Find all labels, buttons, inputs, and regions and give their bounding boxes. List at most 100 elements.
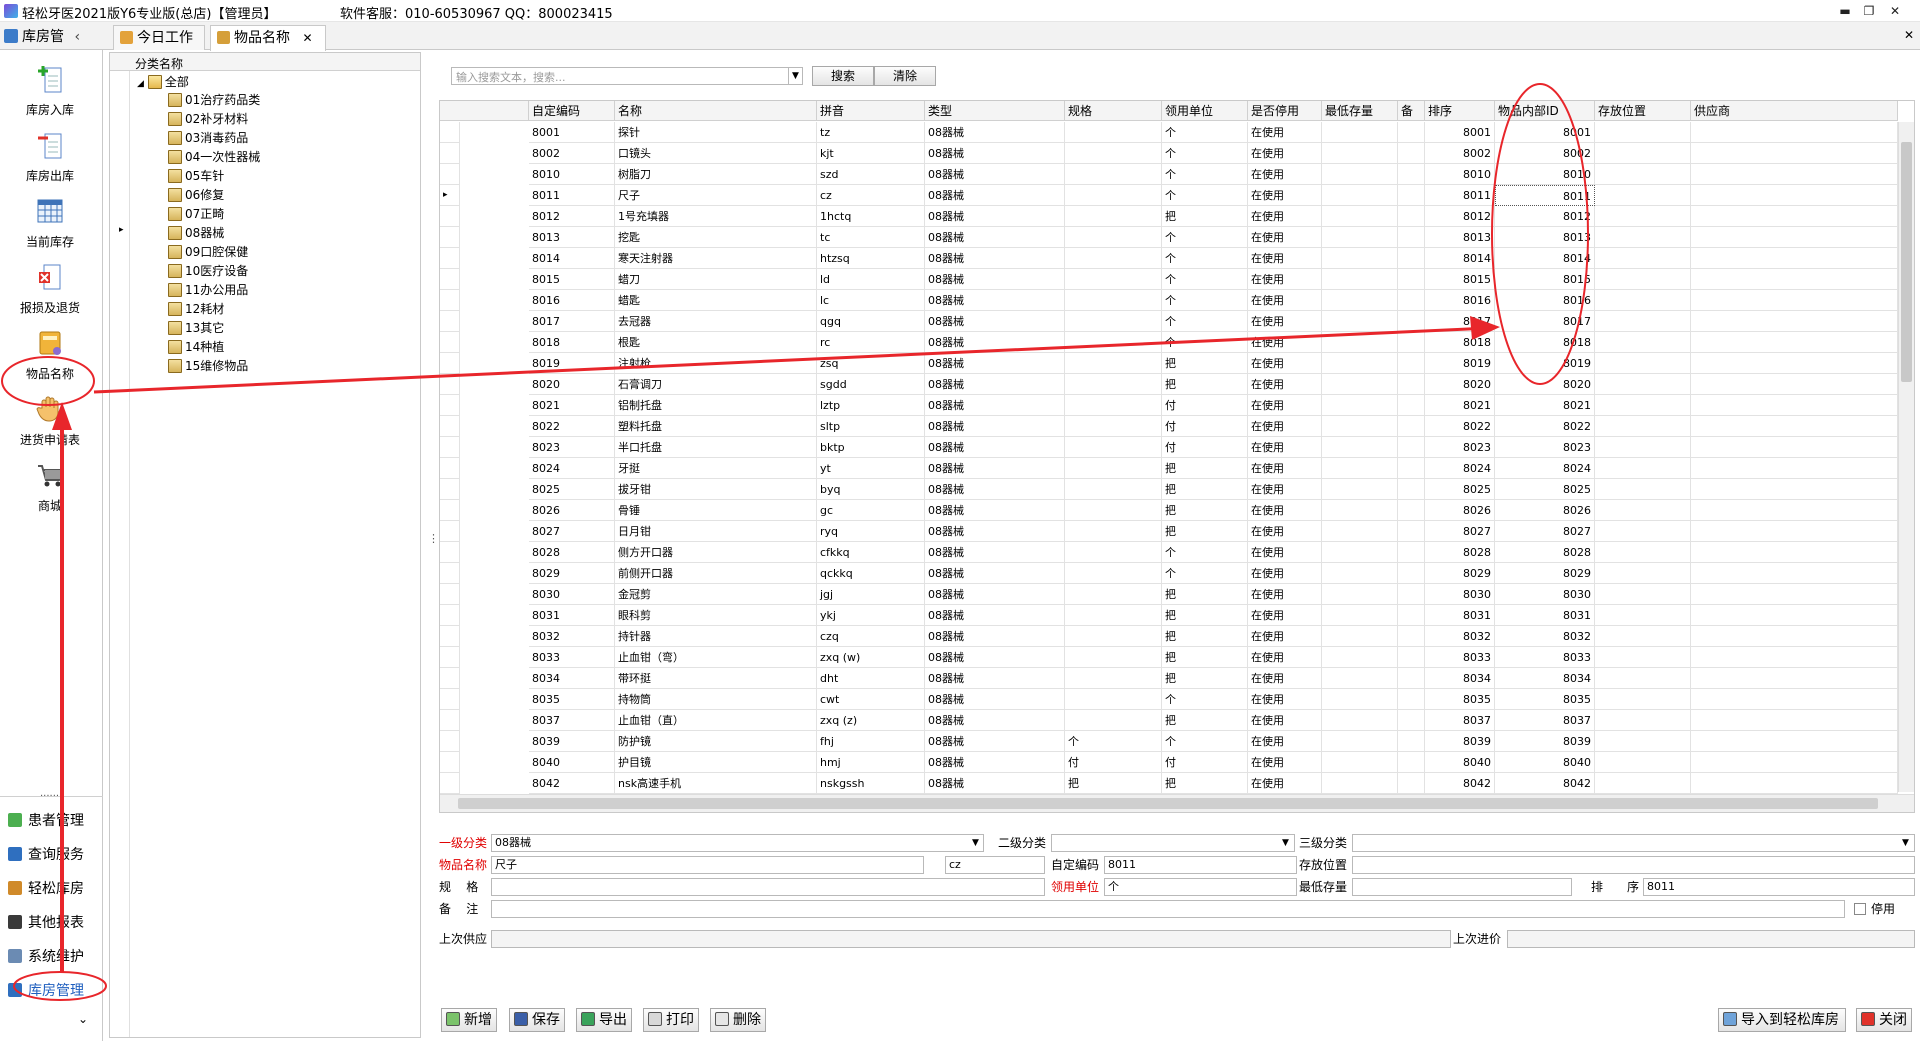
table-cell[interactable]: 铝制托盘 (615, 395, 817, 416)
sidebar-item-stock-in[interactable]: 库房入库 (10, 64, 90, 118)
table-cell[interactable]: 在使用 (1248, 479, 1322, 500)
tree-node[interactable]: 04一次性器械 (168, 148, 260, 167)
table-cell[interactable] (1691, 689, 1898, 710)
table-cell[interactable]: 8023 (1495, 437, 1595, 458)
table-row[interactable]: 8017 去冠器 qgq 08器械个在使用 8017 8017 (440, 311, 1898, 332)
table-cell[interactable] (1322, 374, 1398, 395)
tree-node[interactable]: 01治疗药品类 (168, 91, 260, 110)
table-cell[interactable]: 8031 (1425, 605, 1495, 626)
table-cell[interactable] (1691, 563, 1898, 584)
table-cell[interactable] (1691, 290, 1898, 311)
table-cell[interactable]: 8030 (1495, 584, 1595, 605)
table-cell[interactable] (1065, 437, 1162, 458)
table-cell[interactable]: 8018 (1425, 332, 1495, 353)
table-row[interactable]: ▸ 8011 尺子 cz 08器械个在使用 8011 8011 (440, 185, 1898, 206)
table-cell[interactable]: 8012 (529, 206, 615, 227)
row-indicator[interactable] (440, 731, 460, 752)
min-stock-input[interactable] (1352, 878, 1572, 896)
table-cell[interactable]: 1号充填器 (615, 206, 817, 227)
table-row[interactable]: 8001 探针 tz 08器械个在使用 8001 8001 (440, 122, 1898, 143)
table-cell[interactable]: 08器械 (925, 143, 1065, 164)
note-input[interactable] (491, 900, 1845, 918)
table-cell[interactable] (1398, 227, 1425, 248)
table-cell[interactable] (1065, 605, 1162, 626)
close-button[interactable]: 关闭 (1856, 1008, 1912, 1032)
table-cell[interactable] (1595, 563, 1691, 584)
table-cell[interactable] (1595, 248, 1691, 269)
new-button[interactable]: 新增 (441, 1008, 497, 1032)
row-indicator[interactable] (440, 752, 460, 773)
import-to-warehouse-button[interactable]: 导入到轻松库房 (1718, 1008, 1846, 1032)
table-cell[interactable] (1065, 395, 1162, 416)
row-indicator[interactable] (440, 668, 460, 689)
table-cell[interactable]: 8037 (529, 710, 615, 731)
table-cell[interactable] (1322, 689, 1398, 710)
table-cell[interactable]: 在使用 (1248, 731, 1322, 752)
sidebar-item-mall[interactable]: 商城 (10, 460, 90, 514)
table-row[interactable]: 8035 持物筒 cwt 08器械个在使用 8035 8035 (440, 689, 1898, 710)
table-cell[interactable]: tz (817, 122, 925, 143)
table-cell[interactable] (1595, 122, 1691, 143)
table-cell[interactable]: 个 (1162, 143, 1248, 164)
table-cell[interactable]: 08器械 (925, 353, 1065, 374)
spec-input[interactable] (491, 878, 1045, 896)
table-cell[interactable]: 8032 (1495, 626, 1595, 647)
table-cell[interactable]: 在使用 (1248, 647, 1322, 668)
column-header[interactable]: 最低存量 (1322, 101, 1398, 121)
table-cell[interactable]: 在使用 (1248, 248, 1322, 269)
table-cell[interactable]: 在使用 (1248, 689, 1322, 710)
table-cell[interactable] (1691, 416, 1898, 437)
table-row[interactable]: 8014 寒天注射器 htzsq 08器械个在使用 8014 8014 (440, 248, 1898, 269)
table-cell[interactable]: 8028 (1495, 542, 1595, 563)
table-cell[interactable]: 在使用 (1248, 437, 1322, 458)
column-header[interactable]: 备 (1398, 101, 1425, 121)
table-row[interactable]: 8026 骨锤 gc 08器械把在使用 8026 8026 (440, 500, 1898, 521)
pinyin-input[interactable]: cz (945, 856, 1045, 874)
table-cell[interactable] (1065, 563, 1162, 584)
table-cell[interactable]: 付 (1162, 416, 1248, 437)
column-header[interactable]: 供应商 (1691, 101, 1898, 121)
table-cell[interactable] (1398, 143, 1425, 164)
table-cell[interactable]: 个 (1162, 122, 1248, 143)
column-header[interactable]: 存放位置 (1595, 101, 1691, 121)
table-cell[interactable] (1322, 458, 1398, 479)
row-indicator[interactable] (440, 311, 460, 332)
table-cell[interactable]: szd (817, 164, 925, 185)
table-cell[interactable] (1065, 122, 1162, 143)
table-cell[interactable] (1595, 584, 1691, 605)
table-cell[interactable]: 在使用 (1248, 206, 1322, 227)
table-cell[interactable]: fhj (817, 731, 925, 752)
table-cell[interactable] (1398, 542, 1425, 563)
table-cell[interactable]: 把 (1162, 668, 1248, 689)
scroll-thumb[interactable] (1901, 142, 1912, 382)
table-cell[interactable]: gc (817, 500, 925, 521)
table-cell[interactable] (1691, 311, 1898, 332)
table-cell[interactable]: 8031 (1495, 605, 1595, 626)
table-cell[interactable] (1322, 122, 1398, 143)
table-cell[interactable]: 个 (1162, 332, 1248, 353)
table-cell[interactable]: 把 (1162, 521, 1248, 542)
table-cell[interactable]: 8015 (529, 269, 615, 290)
table-row[interactable]: 8042 nsk高速手机 nskgssh 08器械把把在使用 8042 8042 (440, 773, 1898, 794)
table-cell[interactable]: 8011 (1425, 185, 1495, 206)
table-cell[interactable]: 在使用 (1248, 311, 1322, 332)
table-cell[interactable]: rc (817, 332, 925, 353)
tree-node[interactable]: 05车针 (168, 167, 224, 186)
table-cell[interactable] (1065, 332, 1162, 353)
table-cell[interactable]: 根匙 (615, 332, 817, 353)
table-cell[interactable]: 个 (1065, 731, 1162, 752)
table-cell[interactable]: 8029 (1425, 563, 1495, 584)
level3-select[interactable] (1352, 834, 1915, 852)
tree-node[interactable]: 15维修物品 (168, 357, 248, 376)
row-indicator[interactable] (440, 563, 460, 584)
table-cell[interactable] (1065, 206, 1162, 227)
table-cell[interactable]: 8033 (529, 647, 615, 668)
table-cell[interactable] (1322, 437, 1398, 458)
table-cell[interactable] (1595, 437, 1691, 458)
table-cell[interactable]: sltp (817, 416, 925, 437)
table-cell[interactable] (1065, 248, 1162, 269)
table-row[interactable]: 8020 石膏调刀 sgdd 08器械把在使用 8020 8020 (440, 374, 1898, 395)
table-cell[interactable] (1595, 605, 1691, 626)
close-window-button[interactable]: ✕ (1884, 2, 1906, 20)
row-indicator[interactable] (440, 269, 460, 290)
